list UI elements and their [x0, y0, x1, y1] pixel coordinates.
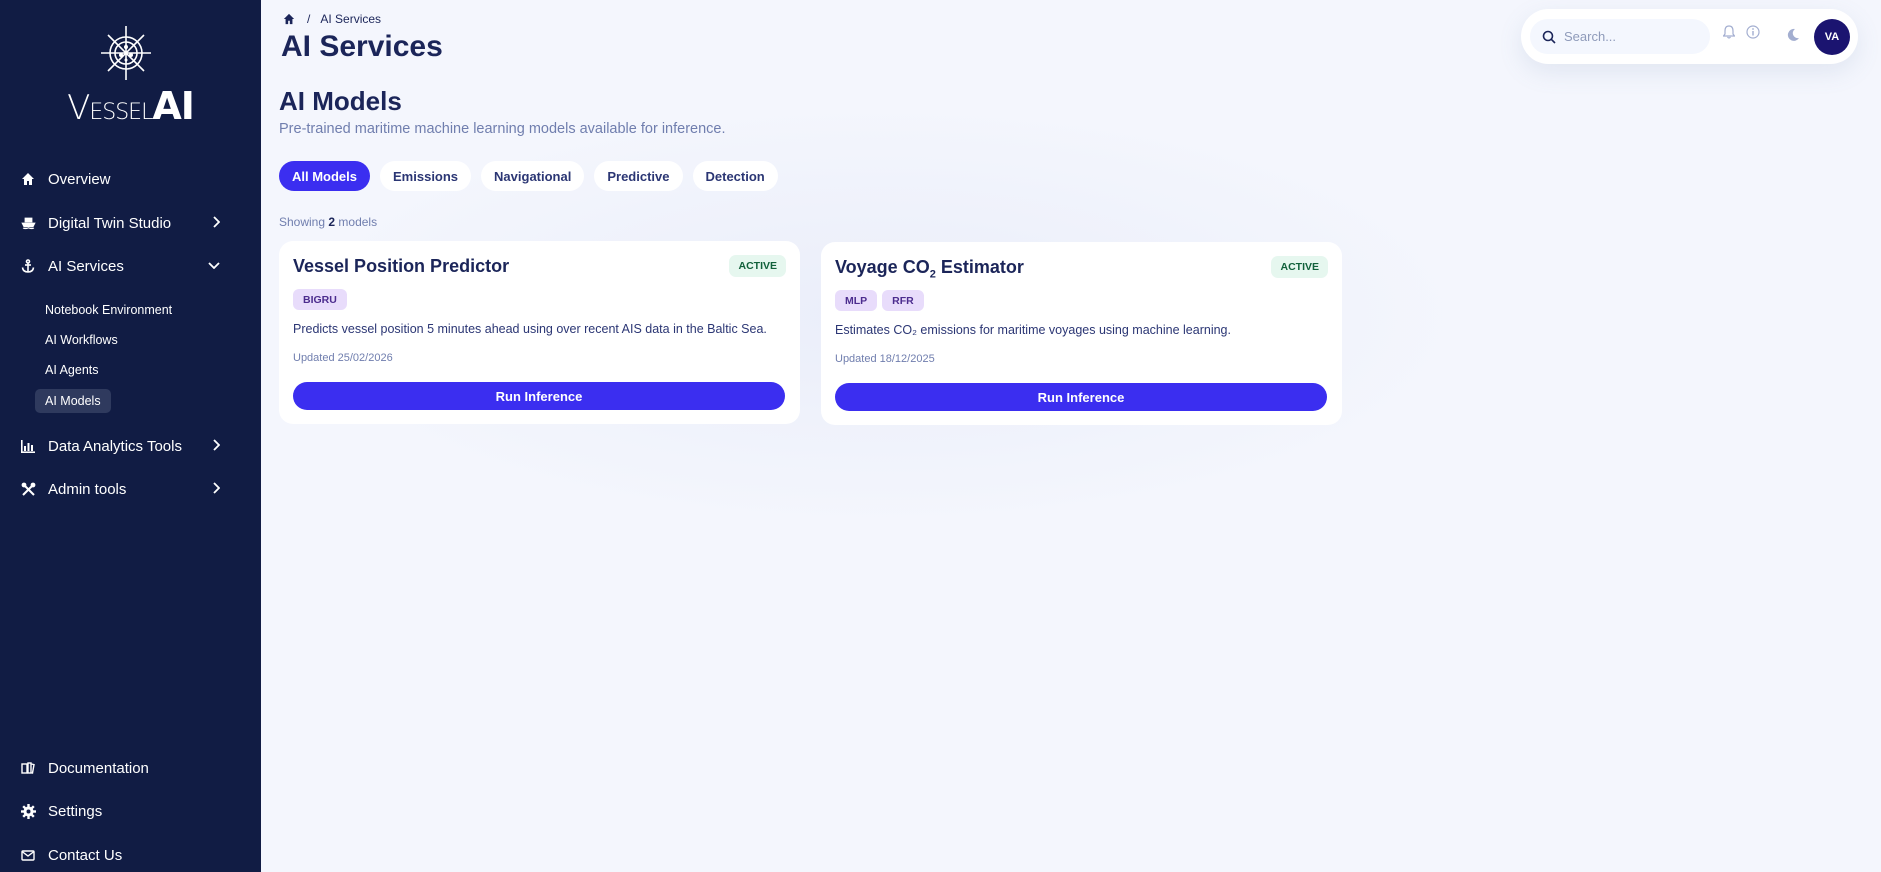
breadcrumb-separator: / — [307, 12, 311, 26]
sidebar-subitem-label: AI Models — [45, 394, 101, 408]
sidebar-item-label: AI Services — [48, 257, 124, 275]
sidebar-item-digital-twin-studio[interactable]: Digital Twin Studio — [20, 210, 244, 236]
home-icon — [20, 171, 36, 187]
sidebar-item-settings[interactable]: Settings — [20, 798, 244, 824]
search-icon — [1542, 30, 1556, 44]
filter-navigational[interactable]: Navigational — [481, 161, 585, 191]
section-title: AI Models — [279, 86, 402, 116]
mail-icon — [20, 847, 36, 863]
gear-icon — [20, 803, 36, 819]
sidebar-subitem-ai-workflows[interactable]: AI Workflows — [35, 328, 128, 352]
sidebar: VESSELAI Overview Digital Twin Studio AI… — [0, 0, 261, 872]
model-title-suffix: Estimator — [935, 257, 1024, 277]
model-tag: MLP — [835, 290, 878, 311]
run-inference-button[interactable]: Run Inference — [293, 382, 785, 410]
page-title: AI Services — [281, 30, 443, 63]
sidebar-item-label: Documentation — [48, 759, 149, 777]
ship-icon — [20, 215, 36, 231]
model-tag: BIGRU — [293, 289, 347, 310]
section-description: Pre-trained maritime machine learning mo… — [279, 121, 726, 137]
chevron-right-icon — [213, 439, 220, 451]
sidebar-item-label: Data Analytics Tools — [48, 437, 182, 455]
sidebar-item-label: Contact Us — [48, 846, 123, 864]
model-description: Estimates CO₂ emissions for maritime voy… — [835, 323, 1231, 337]
sidebar-item-label: Settings — [48, 802, 103, 820]
book-icon — [20, 760, 36, 776]
sidebar-item-label: Digital Twin Studio — [48, 214, 172, 232]
brand-name: VESSELAI — [67, 84, 195, 128]
moon-icon[interactable] — [1786, 28, 1800, 42]
model-tags: MLP RFR — [835, 290, 924, 311]
model-description: Predicts vessel position 5 minutes ahead… — [293, 322, 767, 336]
anchor-icon — [20, 258, 36, 274]
bell-icon[interactable] — [1723, 25, 1735, 39]
sidebar-item-contact-us[interactable]: Contact Us — [20, 842, 244, 868]
filter-emissions[interactable]: Emissions — [380, 161, 472, 191]
topbar: VA — [1521, 9, 1858, 64]
sidebar-item-label: Admin tools — [48, 480, 127, 498]
model-title: Voyage CO2 Estimator — [835, 257, 1024, 281]
chart-icon — [20, 438, 36, 454]
results-count-suffix: models — [338, 215, 378, 229]
filter-predictive[interactable]: Predictive — [594, 161, 683, 191]
filter-all-models[interactable]: All Models — [279, 161, 371, 191]
search-input[interactable] — [1564, 29, 1704, 44]
sidebar-subitem-notebook-environment[interactable]: Notebook Environment — [35, 298, 182, 322]
model-title: Vessel Position Predictor — [293, 256, 510, 276]
results-count: Showing 2 models — [279, 215, 377, 229]
status-badge: ACTIVE — [1271, 256, 1328, 278]
model-card-vessel-position-predictor: Vessel Position Predictor ACTIVE BIGRU P… — [279, 241, 800, 424]
home-icon[interactable] — [283, 13, 295, 25]
chevron-down-icon — [208, 262, 220, 269]
sidebar-item-overview[interactable]: Overview — [20, 166, 244, 192]
model-updated: Updated 25/02/2026 — [293, 352, 393, 364]
filter-detection[interactable]: Detection — [692, 161, 778, 191]
tools-icon — [20, 481, 36, 497]
sidebar-item-data-analytics-tools[interactable]: Data Analytics Tools — [20, 433, 244, 459]
results-count-number: 2 — [328, 215, 336, 229]
sidebar-item-admin-tools[interactable]: Admin tools — [20, 476, 244, 502]
breadcrumb-current: AI Services — [320, 12, 382, 26]
ship-wheel-icon — [101, 26, 151, 80]
breadcrumb: / AI Services — [283, 12, 381, 26]
model-tags: BIGRU — [293, 289, 347, 310]
sidebar-item-label: Overview — [48, 170, 111, 188]
status-badge: ACTIVE — [729, 255, 786, 277]
sidebar-subitem-label: AI Workflows — [45, 333, 118, 347]
sidebar-subitem-ai-models[interactable]: AI Models — [35, 389, 111, 413]
chevron-right-icon — [213, 482, 220, 494]
sidebar-item-documentation[interactable]: Documentation — [20, 755, 244, 781]
model-title-text: Voyage CO — [835, 257, 930, 277]
vesselai-logo[interactable]: VESSELAI — [0, 20, 261, 130]
sidebar-subitem-ai-agents[interactable]: AI Agents — [35, 358, 109, 382]
model-tag: RFR — [882, 290, 924, 311]
sidebar-subitem-label: Notebook Environment — [45, 303, 173, 317]
chevron-right-icon — [213, 216, 220, 228]
filter-tabs: All Models Emissions Navigational Predic… — [279, 161, 778, 191]
model-card-voyage-co2-estimator: Voyage CO2 Estimator ACTIVE MLP RFR Esti… — [821, 242, 1342, 425]
model-updated: Updated 18/12/2025 — [835, 353, 935, 365]
run-inference-button[interactable]: Run Inference — [835, 383, 1327, 411]
info-icon[interactable] — [1746, 25, 1760, 39]
results-count-prefix: Showing — [279, 215, 326, 229]
sidebar-subitem-label: AI Agents — [45, 363, 99, 377]
search-box[interactable] — [1530, 19, 1710, 54]
avatar[interactable]: VA — [1814, 19, 1850, 55]
sidebar-item-ai-services[interactable]: AI Services — [20, 253, 244, 279]
